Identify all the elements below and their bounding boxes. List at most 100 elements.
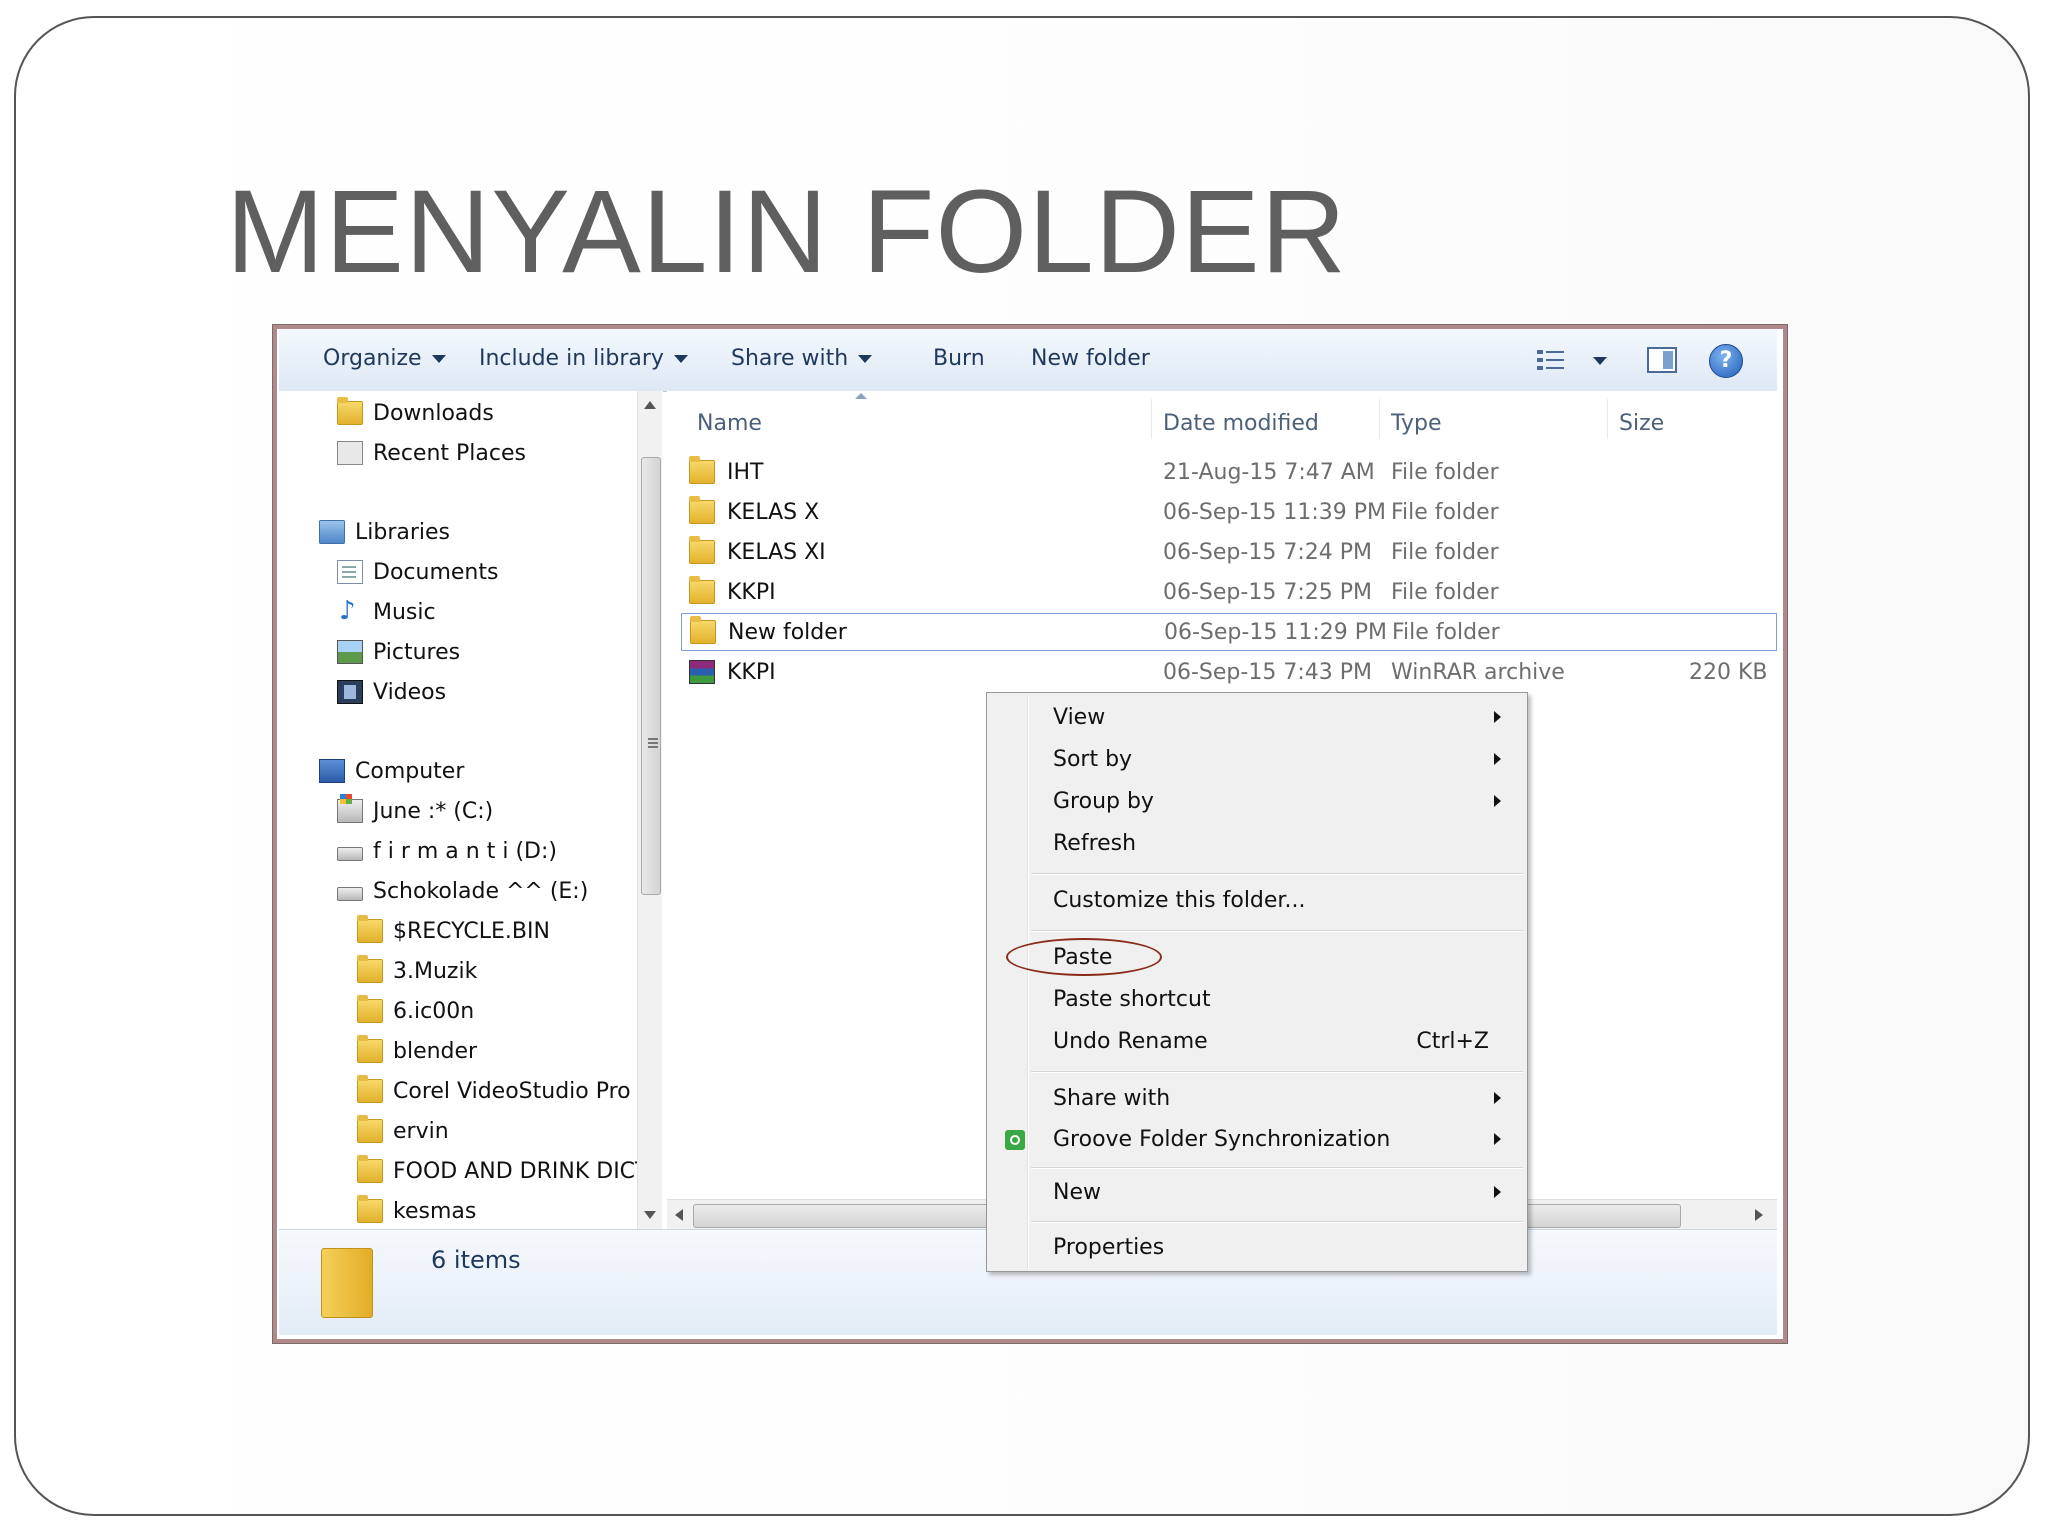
scrollbar-thumb[interactable] bbox=[641, 457, 661, 895]
preview-pane-icon[interactable] bbox=[1647, 347, 1677, 373]
folder-icon bbox=[321, 1248, 373, 1318]
nav-item-label: June :* (C:) bbox=[373, 798, 494, 824]
file-row[interactable]: KELAS X 06-Sep-15 11:39 PM File folder bbox=[689, 493, 1777, 531]
nav-item-pictures[interactable]: Pictures bbox=[337, 636, 460, 668]
menu-item-label: Refresh bbox=[1053, 830, 1137, 856]
menu-item-undo-rename[interactable]: Undo Rename Ctrl+Z bbox=[1053, 1023, 1517, 1059]
nav-item-muzik[interactable]: 3.Muzik bbox=[357, 955, 477, 987]
menu-separator bbox=[1031, 1071, 1523, 1073]
nav-item-food-and-drink[interactable]: FOOD AND DRINK DICT bbox=[357, 1155, 637, 1187]
file-name: IHT bbox=[727, 459, 764, 485]
nav-item-blender[interactable]: blender bbox=[357, 1035, 477, 1067]
scroll-up-arrow-icon[interactable] bbox=[644, 401, 656, 409]
nav-vertical-scrollbar[interactable] bbox=[637, 391, 662, 1229]
file-row-selected[interactable]: New folder 06-Sep-15 11:29 PM File folde… bbox=[681, 613, 1777, 651]
view-options-chevron-icon[interactable] bbox=[1593, 357, 1607, 365]
submenu-arrow-icon bbox=[1494, 753, 1501, 765]
menu-item-label: Share with bbox=[1053, 1085, 1171, 1111]
column-divider bbox=[1151, 399, 1152, 439]
file-type: File folder bbox=[1392, 619, 1500, 645]
file-row[interactable]: KKPI 06-Sep-15 7:25 PM File folder bbox=[689, 573, 1777, 611]
menu-item-new[interactable]: New bbox=[1053, 1174, 1517, 1210]
menu-item-label: Paste shortcut bbox=[1053, 986, 1211, 1012]
help-icon[interactable]: ? bbox=[1709, 344, 1743, 378]
scroll-left-arrow-icon[interactable] bbox=[675, 1209, 683, 1221]
share-with-button[interactable]: Share with bbox=[731, 346, 873, 371]
folder-icon bbox=[357, 1115, 383, 1143]
nav-item-drive-e[interactable]: Schokolade ^^ (E:) bbox=[337, 875, 588, 907]
folder-icon bbox=[357, 995, 383, 1023]
folder-icon bbox=[357, 1155, 383, 1183]
submenu-arrow-icon bbox=[1494, 1092, 1501, 1104]
folder-icon bbox=[689, 536, 715, 564]
column-header-date-modified[interactable]: Date modified bbox=[1163, 411, 1319, 436]
nav-item-corel[interactable]: Corel VideoStudio Pro X bbox=[357, 1075, 637, 1107]
column-header-type[interactable]: Type bbox=[1391, 411, 1442, 436]
nav-item-libraries[interactable]: Libraries bbox=[319, 516, 450, 548]
menu-item-view[interactable]: View bbox=[1053, 699, 1517, 735]
folder-icon bbox=[690, 616, 716, 644]
nav-item-drive-c[interactable]: June :* (C:) bbox=[337, 794, 494, 827]
libraries-icon bbox=[319, 520, 345, 544]
file-row[interactable]: KELAS XI 06-Sep-15 7:24 PM File folder bbox=[689, 533, 1777, 571]
nav-item-label: $RECYCLE.BIN bbox=[393, 918, 550, 944]
scroll-down-arrow-icon[interactable] bbox=[644, 1211, 656, 1219]
column-header-size[interactable]: Size bbox=[1619, 411, 1664, 436]
folder-icon bbox=[357, 955, 383, 983]
file-date: 06-Sep-15 11:39 PM bbox=[1163, 499, 1386, 525]
file-type: File folder bbox=[1391, 539, 1499, 565]
column-header-name[interactable]: Name bbox=[697, 411, 762, 436]
file-name: New folder bbox=[728, 619, 847, 645]
file-row[interactable]: KKPI 06-Sep-15 7:43 PM WinRAR archive 22… bbox=[689, 653, 1777, 691]
nav-item-videos[interactable]: Videos bbox=[337, 676, 446, 708]
menu-item-share-with[interactable]: Share with bbox=[1053, 1080, 1517, 1116]
menu-item-properties[interactable]: Properties bbox=[1053, 1229, 1517, 1265]
file-name: KKPI bbox=[727, 659, 776, 685]
nav-item-computer[interactable]: Computer bbox=[319, 755, 464, 787]
nav-item-music[interactable]: Music bbox=[337, 596, 436, 628]
nav-item-label: Libraries bbox=[355, 519, 451, 545]
menu-item-sort-by[interactable]: Sort by bbox=[1053, 741, 1517, 777]
file-date: 06-Sep-15 7:43 PM bbox=[1163, 659, 1372, 685]
organize-button[interactable]: Organize bbox=[323, 346, 446, 371]
nav-item-recycle-bin[interactable]: $RECYCLE.BIN bbox=[357, 915, 550, 947]
new-folder-button[interactable]: New folder bbox=[1031, 346, 1150, 371]
menu-item-label: New bbox=[1053, 1179, 1101, 1205]
nav-item-label: Pictures bbox=[373, 639, 461, 665]
nav-item-downloads[interactable]: Downloads bbox=[337, 397, 494, 429]
menu-item-label: Group by bbox=[1053, 788, 1154, 814]
include-in-library-button[interactable]: Include in library bbox=[479, 346, 688, 371]
column-headers: Name Date modified Type Size bbox=[667, 391, 1777, 441]
change-view-icon[interactable] bbox=[1537, 349, 1565, 371]
nav-item-ic00n[interactable]: 6.ic00n bbox=[357, 995, 474, 1027]
menu-item-groove-sync[interactable]: Groove Folder Synchronization bbox=[1053, 1121, 1517, 1157]
file-date: 06-Sep-15 11:29 PM bbox=[1164, 619, 1387, 645]
nav-item-label: Recent Places bbox=[373, 440, 526, 466]
drive-icon bbox=[337, 847, 363, 861]
folder-icon bbox=[689, 496, 715, 524]
nav-item-recent-places[interactable]: Recent Places bbox=[337, 437, 526, 469]
file-row[interactable]: IHT 21-Aug-15 7:47 AM File folder bbox=[689, 453, 1777, 491]
burn-label: Burn bbox=[933, 346, 985, 371]
column-divider bbox=[1379, 399, 1380, 439]
nav-item-label: Computer bbox=[355, 758, 465, 784]
menu-item-customize-folder[interactable]: Customize this folder... bbox=[1053, 882, 1517, 918]
nav-item-kesmas[interactable]: kesmas bbox=[357, 1195, 476, 1227]
burn-button[interactable]: Burn bbox=[933, 346, 985, 371]
organize-label: Organize bbox=[323, 346, 422, 371]
computer-icon bbox=[319, 759, 345, 783]
submenu-arrow-icon bbox=[1494, 711, 1501, 723]
downloads-icon bbox=[337, 397, 363, 425]
windows-drive-icon bbox=[337, 794, 363, 823]
menu-item-label: Groove Folder Synchronization bbox=[1053, 1126, 1391, 1152]
nav-item-drive-d[interactable]: f i r m a n t i (D:) bbox=[337, 835, 557, 867]
menu-item-refresh[interactable]: Refresh bbox=[1053, 825, 1517, 861]
menu-item-group-by[interactable]: Group by bbox=[1053, 783, 1517, 819]
nav-item-documents[interactable]: Documents bbox=[337, 556, 498, 588]
nav-item-label: Corel VideoStudio Pro X bbox=[393, 1078, 637, 1104]
menu-item-paste-shortcut[interactable]: Paste shortcut bbox=[1053, 981, 1517, 1017]
scroll-right-arrow-icon[interactable] bbox=[1755, 1209, 1763, 1221]
nav-item-ervin[interactable]: ervin bbox=[357, 1115, 449, 1147]
menu-separator bbox=[1031, 930, 1523, 932]
share-with-label: Share with bbox=[731, 346, 849, 371]
